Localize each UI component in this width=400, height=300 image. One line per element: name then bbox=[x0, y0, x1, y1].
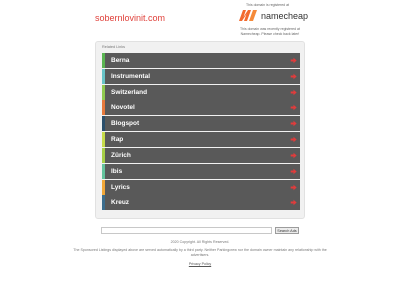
related-link-label: Lyrics bbox=[111, 183, 130, 191]
arrow-right-icon bbox=[290, 168, 297, 175]
namecheap-logo-icon bbox=[238, 8, 258, 23]
copyright-text: 2020 Copyright. All Rights Reserved. bbox=[170, 240, 230, 244]
arrow-right-icon bbox=[290, 105, 297, 111]
arrow-right-icon bbox=[290, 57, 297, 64]
color-stripe bbox=[102, 84, 105, 100]
related-link-label: Instrumental bbox=[111, 72, 151, 80]
related-link-item[interactable]: Novotel bbox=[102, 100, 300, 116]
color-stripe bbox=[102, 147, 105, 163]
related-link-item[interactable]: Blogspot bbox=[102, 116, 300, 132]
arrow-right-icon bbox=[290, 184, 297, 190]
related-link-label: Blogspot bbox=[111, 120, 140, 128]
color-stripe bbox=[102, 100, 105, 116]
related-link-label: Switzerland bbox=[111, 88, 148, 96]
search-input[interactable] bbox=[101, 227, 272, 234]
related-link-label: Zürich bbox=[111, 151, 131, 159]
related-link-item[interactable]: Zürich bbox=[102, 147, 300, 163]
related-link-item[interactable]: Rap bbox=[102, 132, 300, 148]
color-stripe bbox=[102, 163, 105, 179]
arrow-right-icon bbox=[290, 121, 297, 127]
related-link-label: Berna bbox=[111, 57, 130, 64]
color-stripe bbox=[102, 116, 105, 132]
color-stripe bbox=[102, 53, 105, 68]
related-link-item[interactable]: Lyrics bbox=[102, 179, 300, 195]
related-link-item[interactable]: Berna bbox=[102, 53, 300, 68]
registered-note: This domain is registered at bbox=[246, 3, 289, 7]
arrow-right-icon bbox=[290, 136, 297, 143]
related-link-item[interactable]: Instrumental bbox=[102, 68, 300, 84]
arrow-right-icon bbox=[290, 73, 297, 80]
search-bar: Search Ads bbox=[101, 227, 299, 234]
related-link-label: Novotel bbox=[111, 104, 135, 112]
related-link-item[interactable]: Kreuz bbox=[102, 195, 300, 211]
color-stripe bbox=[102, 179, 105, 195]
related-links-panel: Related Links Berna Instrumental Switzerla… bbox=[95, 41, 305, 219]
arrow-right-icon bbox=[290, 89, 297, 95]
color-stripe bbox=[102, 195, 105, 211]
related-link-item[interactable]: Switzerland bbox=[102, 84, 300, 100]
privacy-policy-link[interactable]: Privacy Policy bbox=[0, 262, 400, 266]
related-links-list: Berna Instrumental Switzerland Novotel Blogs… bbox=[102, 53, 300, 211]
color-stripe bbox=[102, 132, 105, 148]
related-link-item[interactable]: Ibis bbox=[102, 163, 300, 179]
registrar-brand: namecheap bbox=[261, 10, 309, 21]
arrow-right-icon bbox=[290, 200, 297, 206]
domain-name: sobernlovinit.com bbox=[95, 13, 166, 23]
related-link-label: Kreuz bbox=[111, 199, 130, 207]
search-ads-button[interactable]: Search Ads bbox=[275, 227, 299, 234]
registrar-subtext: This domain was recently registered at N… bbox=[240, 27, 300, 36]
color-stripe bbox=[102, 68, 105, 84]
arrow-right-icon bbox=[290, 152, 297, 159]
disclaimer-text: The Sponsored Listings displayed above a… bbox=[73, 248, 327, 257]
registrar-logo[interactable]: namecheap bbox=[238, 8, 308, 23]
related-link-label: Rap bbox=[111, 136, 124, 144]
related-link-label: Ibis bbox=[111, 167, 123, 175]
related-links-title: Related Links bbox=[102, 45, 126, 49]
